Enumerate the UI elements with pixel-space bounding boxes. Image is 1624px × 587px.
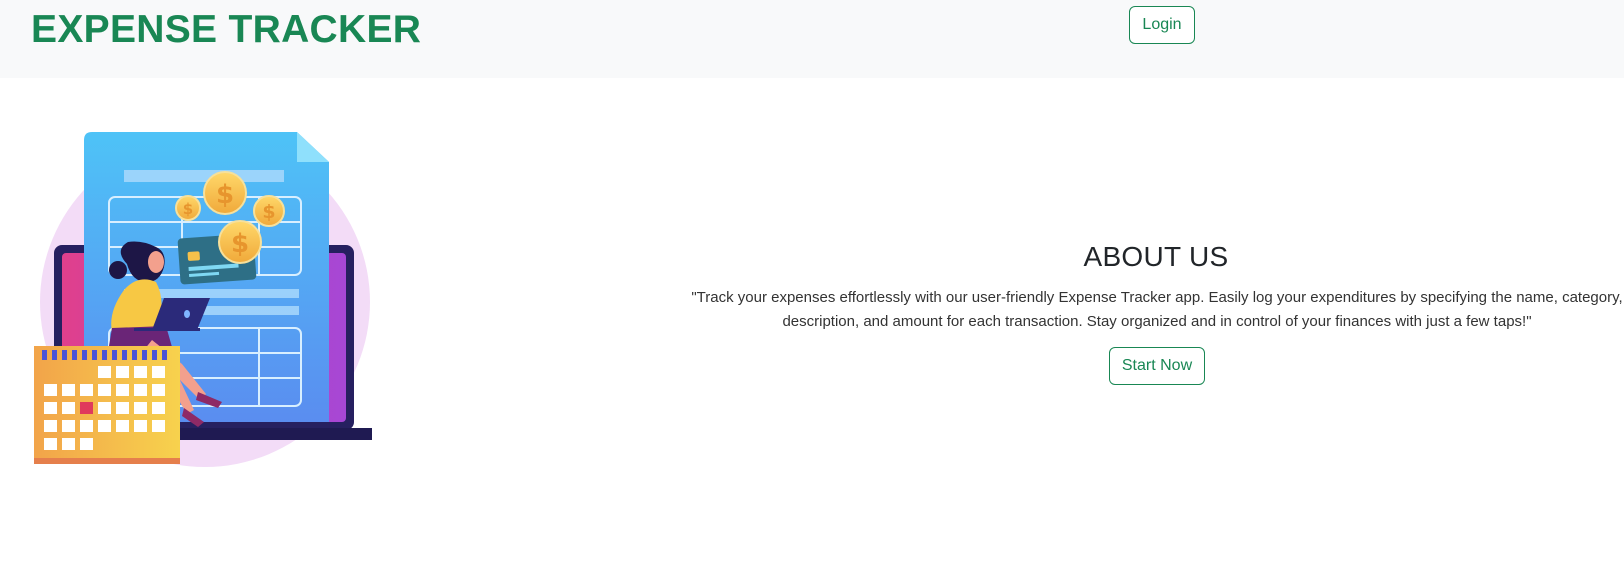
- login-button[interactable]: Login: [1129, 6, 1195, 44]
- about-title: ABOUT US: [1083, 241, 1229, 272]
- hero-illustration: $ $ $ $: [32, 132, 382, 482]
- start-now-button[interactable]: Start Now: [1109, 347, 1205, 385]
- coin-icon: $: [218, 220, 262, 264]
- navbar: EXPENSE TRACKER Login: [0, 0, 1624, 78]
- svg-text:$: $: [231, 229, 249, 259]
- brand-title[interactable]: EXPENSE TRACKER: [31, 8, 421, 52]
- calendar-icon: [34, 346, 180, 464]
- svg-text:$: $: [183, 200, 193, 218]
- svg-text:$: $: [262, 201, 275, 223]
- svg-text:$: $: [216, 180, 234, 210]
- coin-icon: $: [175, 195, 201, 221]
- coin-icon: $: [203, 171, 247, 215]
- coin-icon: $: [253, 195, 285, 227]
- about-description: "Track your expenses effortlessly with o…: [691, 289, 1623, 330]
